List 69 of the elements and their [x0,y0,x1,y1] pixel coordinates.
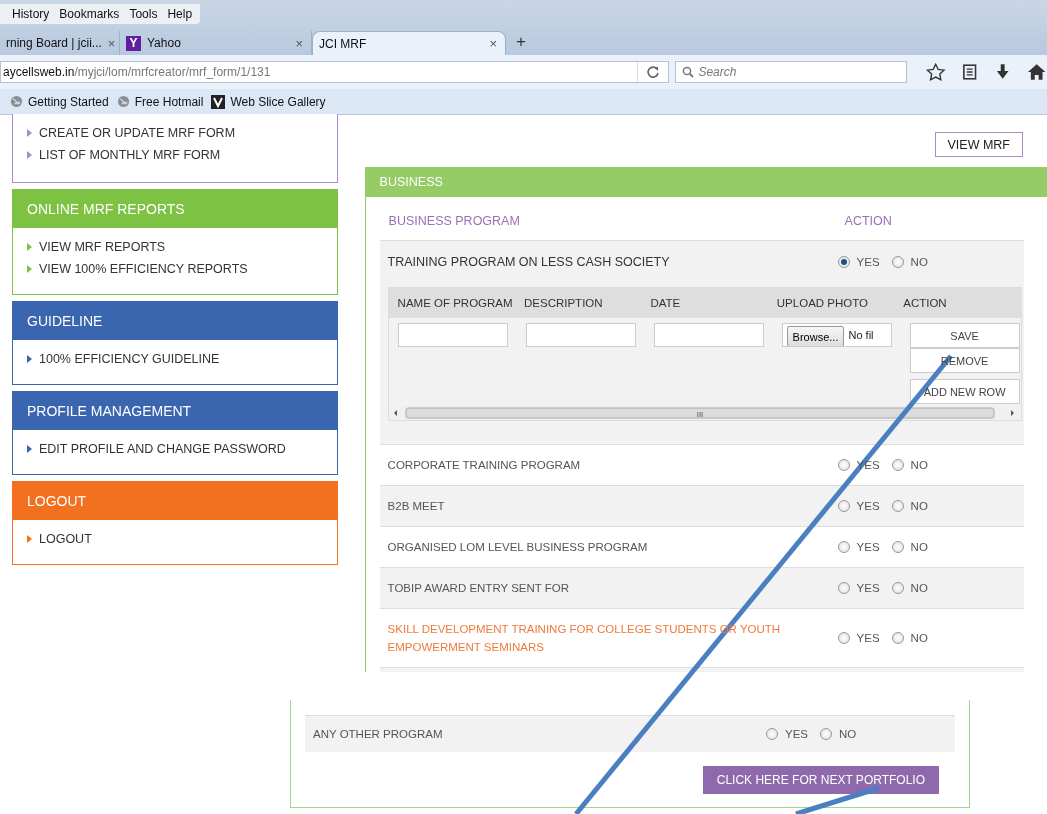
column-header: ACTION [844,214,892,228]
globe-icon [116,95,130,108]
home-icon[interactable] [1025,63,1047,81]
radio-option[interactable]: NO [891,456,928,474]
address-bar[interactable]: aycellsweb.in/myjci/lom/mrfcreator/mrf_form/1/131 [0,61,670,83]
radio-option[interactable]: NO [891,538,928,556]
sidebar-link[interactable]: CREATE OR UPDATE MRF FORM [27,126,323,140]
radio-option[interactable]: YES [837,579,880,597]
menu-item[interactable]: History [12,7,50,21]
web-slice-icon [211,94,226,109]
column-header: UPLOAD PHOTO [775,297,869,309]
panel-title: PROFILE MANAGEMENT [13,392,337,430]
new-tab-button[interactable]: + [516,32,526,52]
panel-title: LOGOUT [13,482,337,520]
bookmark[interactable]: Free Hotmail [116,94,204,109]
sidebar-link[interactable]: VIEW MRF REPORTS [27,240,323,254]
column-header: BUSINESS PROGRAM [388,214,521,228]
caret-icon [27,151,32,159]
globe-icon [10,95,23,108]
radio-option[interactable]: NO [891,253,928,271]
caret-icon [27,129,32,137]
radio-option[interactable]: YES [837,629,880,647]
program-name: CORPORATE TRAINING PROGRAM [387,458,582,473]
input-field[interactable] [653,323,764,347]
input-field[interactable] [397,323,508,347]
browser-tab[interactable]: JCI MRF × [312,31,506,55]
caret-icon [27,355,32,363]
caret-icon [27,243,32,251]
bookmark[interactable]: Getting Started [10,94,109,109]
column-header: DATE [649,297,682,309]
sidebar-link[interactable]: LOGOUT [27,532,323,546]
bookmark[interactable]: Web Slice Gallery [211,94,326,109]
view-mrf-button[interactable]: VIEW MRF [934,132,1023,157]
input-field[interactable] [525,323,636,347]
program-name: ORGANISED LOM LEVEL BUSINESS PROGRAM [387,540,649,555]
program-name: TRAINING PROGRAM ON LESS CASH SOCIETY [387,254,671,271]
caret-icon [27,535,32,543]
menu-item[interactable]: Help [167,7,193,21]
next-portfolio-button[interactable]: CLICK HERE FOR NEXT PORTFOLIO [702,766,939,794]
radio-option[interactable]: YES [837,253,880,271]
sidebar-link[interactable]: EDIT PROFILE AND CHANGE PASSWORD [27,442,323,456]
section-title: BUSINESS [365,168,1047,197]
program-name: B2B MEET [387,499,446,514]
caret-icon [27,445,32,453]
radio-option[interactable]: YES [766,725,808,743]
sidebar-link[interactable]: LIST OF MONTHLY MRF FORM [27,148,323,162]
radio-option[interactable]: NO [891,579,928,597]
action-button[interactable]: SAVE [909,323,1020,348]
radio-option[interactable]: YES [837,497,880,515]
program-name: ANY OTHER PROGRAM [313,727,444,742]
panel-title: GUIDELINE [13,302,337,340]
panel-title: ONLINE MRF REPORTS [13,190,337,228]
column-header: DESCRIPTION [523,297,604,309]
program-name: TOBIP AWARD ENTRY SENT FOR [387,581,571,596]
file-field[interactable]: Browse... No fil [781,323,892,347]
column-header: ACTION [902,297,948,309]
radio-option[interactable]: YES [837,538,880,556]
action-button[interactable]: ADD NEW ROW [909,379,1020,404]
radio-option[interactable]: NO [891,629,928,647]
menu-item[interactable]: Bookmarks [59,7,120,21]
sidebar-link[interactable]: 100% EFFICIENCY GUIDELINE [27,352,323,366]
caret-icon [27,265,32,273]
sidebar-link[interactable]: VIEW 100% EFFICIENCY REPORTS [27,262,323,276]
radio-option[interactable]: NO [820,725,857,743]
column-header: NAME OF PROGRAM [396,297,514,309]
search-field[interactable]: Search [675,61,908,83]
radio-option[interactable]: NO [891,497,928,515]
star-icon[interactable] [925,63,947,81]
menu-item[interactable]: Tools [129,7,158,21]
